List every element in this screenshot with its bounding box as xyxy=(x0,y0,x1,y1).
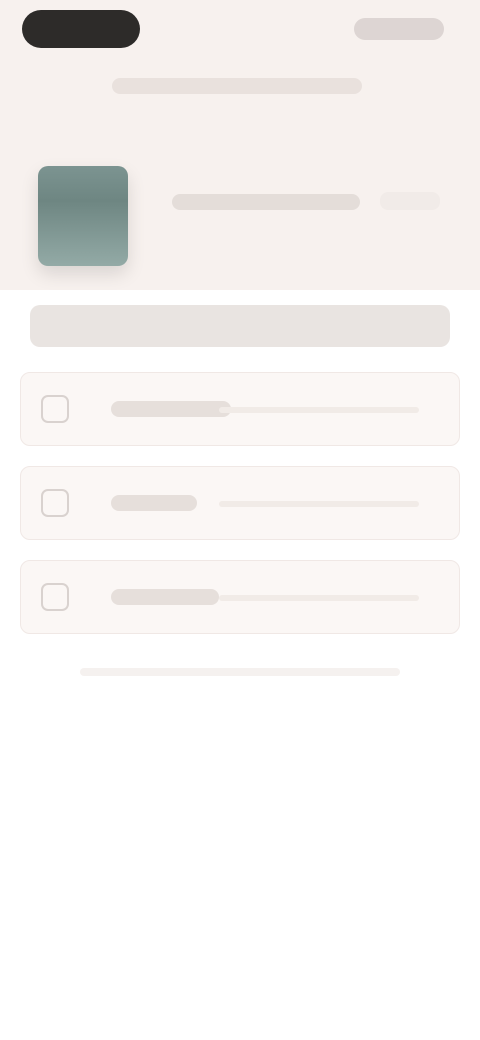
answer-option-1-label xyxy=(111,401,231,417)
answer-option-2-detail xyxy=(219,501,419,507)
product-title-placeholder xyxy=(172,194,360,210)
product-card[interactable] xyxy=(0,150,480,270)
top-pill-button[interactable] xyxy=(22,10,140,48)
answer-option-3[interactable] xyxy=(20,560,460,634)
product-image xyxy=(38,166,128,266)
answer-option-1-detail xyxy=(219,407,419,413)
top-right-control[interactable] xyxy=(354,18,444,40)
product-action-placeholder[interactable] xyxy=(380,192,440,210)
answer-option-2-label xyxy=(111,495,197,511)
screen xyxy=(0,0,480,1040)
question-heading xyxy=(30,305,450,347)
checkbox-icon xyxy=(41,395,69,423)
checkbox-icon xyxy=(41,583,69,611)
footer-divider xyxy=(80,668,400,676)
answer-option-3-detail xyxy=(219,595,419,601)
checkbox-icon xyxy=(41,489,69,517)
answer-option-1[interactable] xyxy=(20,372,460,446)
answer-option-2[interactable] xyxy=(20,466,460,540)
hero-subline xyxy=(112,78,362,94)
hero-section xyxy=(0,0,480,290)
answer-option-3-label xyxy=(111,589,219,605)
